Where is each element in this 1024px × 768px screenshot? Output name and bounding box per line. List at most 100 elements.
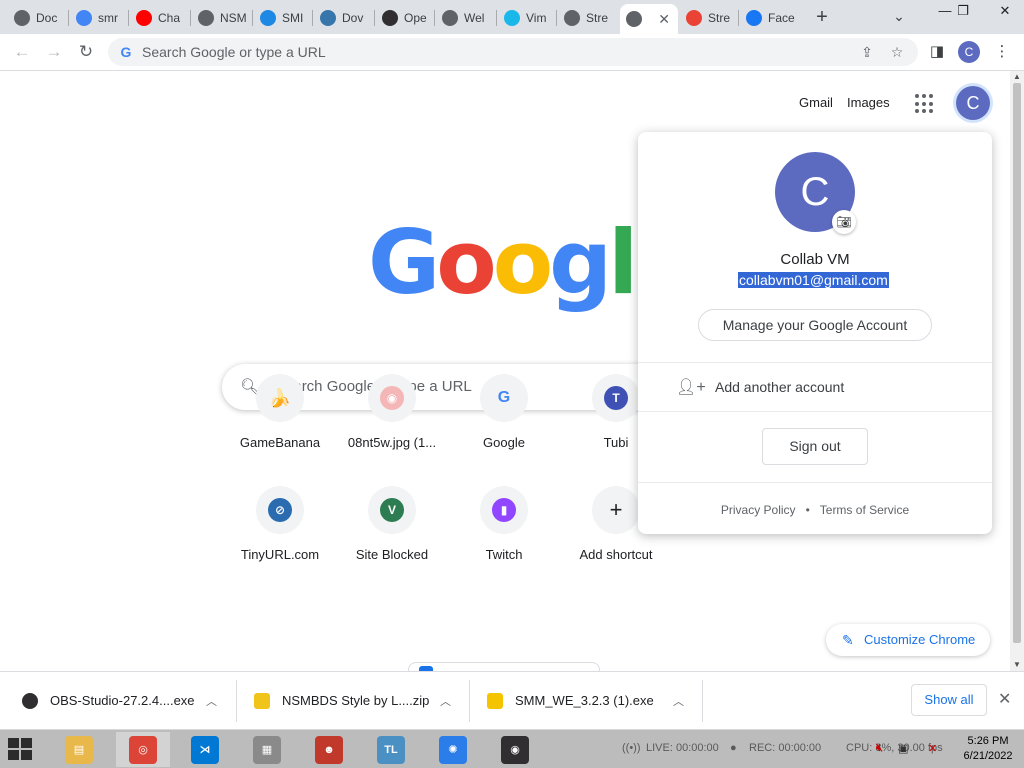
taskbar-app[interactable]: ✺ bbox=[426, 732, 480, 767]
add-person-icon: 👤︎+ bbox=[676, 379, 706, 396]
privacy-policy-link[interactable]: Privacy Policy bbox=[721, 503, 796, 517]
scroll-down-icon[interactable]: ▼ bbox=[1010, 659, 1024, 671]
tab-label: Face bbox=[768, 11, 795, 25]
smi-icon bbox=[260, 10, 276, 26]
taskbar-app[interactable]: ⋊ bbox=[178, 732, 232, 767]
logo-letter: o bbox=[436, 211, 497, 314]
vscode-icon: ⋊ bbox=[191, 735, 219, 764]
browser-tab[interactable]: smr bbox=[70, 4, 128, 32]
shortcut-tile[interactable]: ⊘ TinyURL.com bbox=[224, 486, 336, 598]
taskbar-app[interactable]: ◎ bbox=[116, 732, 170, 767]
profile-avatar[interactable]: C bbox=[958, 41, 980, 63]
taskbar-app[interactable]: ☻ bbox=[302, 732, 356, 767]
camera-icon[interactable]: 📷︎ bbox=[832, 210, 856, 234]
forward-button[interactable]: → bbox=[42, 40, 66, 64]
browser-tab[interactable]: NSM bbox=[192, 4, 252, 32]
browser-tab[interactable]: Ope bbox=[376, 4, 434, 32]
chevron-up-icon[interactable]: ︿ bbox=[440, 693, 451, 709]
tray-alert-icon[interactable]: ✕ bbox=[928, 742, 937, 755]
mute-icon[interactable]: 🔇︎ bbox=[876, 742, 883, 755]
browser-tab[interactable]: Wel bbox=[436, 4, 496, 32]
apps-grid-icon[interactable] bbox=[915, 94, 935, 114]
browser-tab[interactable]: Stre bbox=[680, 4, 738, 32]
clock-time: 5:26 PM bbox=[967, 735, 1009, 747]
windows-start-icon[interactable] bbox=[8, 738, 32, 760]
tab-separator bbox=[190, 10, 191, 26]
account-avatar[interactable]: C bbox=[956, 86, 990, 120]
browser-tab[interactable]: Stre bbox=[558, 4, 618, 32]
youtube-icon bbox=[136, 10, 152, 26]
taskbar-app[interactable]: TL bbox=[364, 732, 418, 767]
close-window-button[interactable]: ✕ bbox=[990, 2, 1020, 22]
taskbar-app[interactable]: ▤ bbox=[52, 732, 106, 767]
shortcut-label: Add shortcut bbox=[579, 547, 653, 562]
tl-app-icon: TL bbox=[377, 735, 405, 764]
shortcut-label: Twitch bbox=[485, 547, 523, 562]
download-item[interactable]: OBS-Studio-27.2.4....exe ︿ bbox=[22, 679, 232, 723]
new-tab-button[interactable]: + bbox=[810, 6, 834, 30]
close-icon[interactable]: ✕ bbox=[998, 689, 1011, 709]
shortcut-tile[interactable]: ◉ 08nt5w.jpg (1... bbox=[336, 374, 448, 486]
rec-status: REC: 00:00:00 bbox=[749, 742, 822, 754]
browser-tab[interactable]: Doc bbox=[8, 4, 68, 32]
network-icon[interactable]: ▣ bbox=[898, 742, 908, 755]
divider bbox=[469, 680, 470, 722]
scrollbar[interactable]: ▲ ▼ bbox=[1010, 71, 1024, 671]
tab-label: SMI bbox=[282, 11, 304, 25]
browser-tab[interactable]: ✕ bbox=[620, 4, 678, 34]
browser-tab[interactable]: Cha bbox=[130, 4, 190, 32]
tab-label: Ope bbox=[404, 11, 427, 25]
globe-icon bbox=[14, 10, 30, 26]
shortcut-label: Google bbox=[483, 435, 525, 450]
add-account-item[interactable]: 👤︎+ Add another account bbox=[638, 363, 992, 411]
customize-chrome-button[interactable]: ✎ Customize Chrome bbox=[826, 624, 990, 656]
taskbar-app[interactable]: ▦ bbox=[240, 732, 294, 767]
reload-button[interactable]: ↻ bbox=[74, 40, 98, 64]
terms-of-service-link[interactable]: Terms of Service bbox=[820, 503, 909, 517]
browser-tab[interactable]: Vim bbox=[498, 4, 556, 32]
close-tab-icon[interactable]: ✕ bbox=[658, 11, 670, 28]
google-g-icon: G bbox=[120, 44, 132, 60]
manage-account-button[interactable]: Manage your Google Account bbox=[698, 309, 932, 341]
browser-tab[interactable]: Face bbox=[740, 4, 802, 32]
side-panel-icon[interactable]: ◨ bbox=[926, 41, 948, 63]
chevron-down-icon[interactable]: ⌄ bbox=[890, 8, 908, 26]
chevron-up-icon[interactable]: ︿ bbox=[206, 693, 217, 709]
menu-kebab-icon[interactable]: ⋮ bbox=[991, 41, 1013, 63]
download-item[interactable]: SMM_WE_3.2.3 (1).exe ︿ bbox=[487, 679, 697, 723]
smm-icon bbox=[487, 693, 503, 709]
globe-icon bbox=[198, 10, 214, 26]
shortcut-tile[interactable]: ▮ Twitch bbox=[448, 486, 560, 598]
gmail-link[interactable]: Gmail bbox=[799, 95, 833, 110]
gmail-icon bbox=[686, 10, 702, 26]
shortcut-tile[interactable]: G Google bbox=[448, 374, 560, 486]
tinyurl-icon: ⊘ bbox=[268, 498, 292, 522]
browser-tab[interactable]: Dov bbox=[314, 4, 374, 32]
shortcut-tile[interactable]: 🍌 GameBanana bbox=[224, 374, 336, 486]
tab-label: smr bbox=[98, 11, 118, 25]
taskbar-app[interactable]: ◉ bbox=[488, 732, 542, 767]
share-icon[interactable]: ⇪ bbox=[858, 43, 876, 61]
scrollbar-thumb[interactable] bbox=[1013, 83, 1021, 643]
bookmark-star-icon[interactable]: ☆ bbox=[888, 43, 906, 61]
facebook-icon bbox=[746, 10, 762, 26]
image-icon: ◉ bbox=[380, 386, 404, 410]
browser-toolbar: ← → ↻ G Search Google or type a URL ⇪ ☆ … bbox=[0, 34, 1024, 71]
back-button[interactable]: ← bbox=[10, 40, 34, 64]
browser-tab[interactable]: SMI bbox=[254, 4, 312, 32]
chevron-up-icon[interactable]: ︿ bbox=[673, 693, 684, 709]
show-all-button[interactable]: Show all bbox=[911, 684, 987, 716]
globe-icon bbox=[442, 10, 458, 26]
scroll-up-icon[interactable]: ▲ bbox=[1010, 71, 1024, 83]
sign-out-button[interactable]: Sign out bbox=[762, 428, 868, 465]
shortcut-tile[interactable]: V Site Blocked bbox=[336, 486, 448, 598]
tab-separator bbox=[68, 10, 69, 26]
taskbar-clock[interactable]: 5:26 PM 6/21/2022 bbox=[956, 734, 1020, 764]
download-item[interactable]: NSMBDS Style by L....zip ︿ bbox=[254, 679, 464, 723]
address-bar[interactable]: G Search Google or type a URL ⇪ ☆ bbox=[108, 38, 918, 66]
google-g-icon: G bbox=[497, 389, 511, 406]
footer-separator: • bbox=[805, 503, 810, 517]
images-link[interactable]: Images bbox=[847, 95, 890, 110]
restore-button[interactable]: ❐ bbox=[948, 2, 978, 22]
popup-footer: Privacy Policy • Terms of Service bbox=[638, 503, 992, 517]
